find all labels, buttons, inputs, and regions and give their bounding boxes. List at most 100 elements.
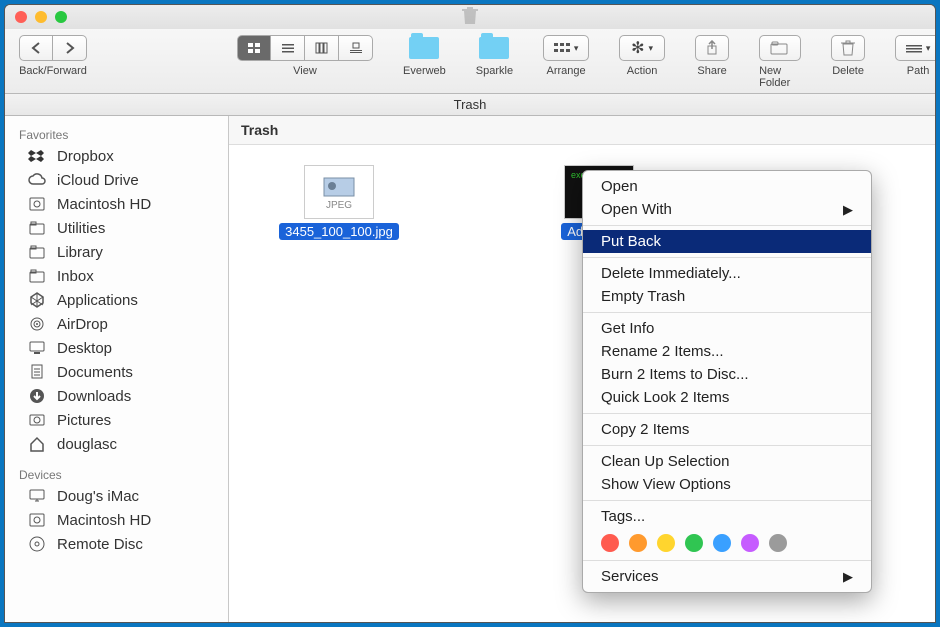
- menu-separator: [583, 312, 871, 313]
- delete-group: Delete: [831, 35, 865, 77]
- menu-item-open-with[interactable]: Open With▶: [583, 198, 871, 221]
- menu-item-put-back[interactable]: Put Back: [583, 230, 871, 253]
- arrange-button[interactable]: ▾: [543, 35, 589, 61]
- new-folder-button[interactable]: [759, 35, 801, 61]
- documents-icon: [27, 363, 47, 381]
- menu-item-label: Delete Immediately...: [601, 265, 741, 282]
- sparkle-group: Sparkle: [476, 35, 513, 77]
- sidebar-item-label: Remote Disc: [57, 536, 143, 553]
- sidebar-item-label: Macintosh HD: [57, 512, 151, 529]
- path-button[interactable]: ▾: [895, 35, 936, 61]
- submenu-arrow-icon: ▶: [843, 569, 853, 585]
- view-icon-button[interactable]: [237, 35, 271, 61]
- sidebar-item-label: Desktop: [57, 340, 112, 357]
- menu-item-empty-trash[interactable]: Empty Trash: [583, 285, 871, 308]
- menu-item-burn-2-items-to-disc[interactable]: Burn 2 Items to Disc...: [583, 363, 871, 386]
- arrange-label: Arrange: [547, 65, 586, 77]
- sidebar-device-macintosh-hd[interactable]: Macintosh HD: [5, 508, 228, 532]
- back-button[interactable]: [19, 35, 53, 61]
- menu-item-show-view-options[interactable]: Show View Options: [583, 473, 871, 496]
- sidebar-item-macintosh-hd[interactable]: Macintosh HD: [5, 192, 228, 216]
- menu-item-services[interactable]: Services ▶: [583, 565, 871, 588]
- sidebar-item-label: Utilities: [57, 220, 105, 237]
- minimize-window-button[interactable]: [35, 11, 47, 23]
- share-button[interactable]: [695, 35, 729, 61]
- tag-color-dot[interactable]: [769, 534, 787, 552]
- sparkle-button[interactable]: [477, 35, 511, 61]
- sidebar-item-downloads[interactable]: Downloads: [5, 384, 228, 408]
- delete-button[interactable]: [831, 35, 865, 61]
- tag-color-dot[interactable]: [741, 534, 759, 552]
- menu-item-delete-immediately[interactable]: Delete Immediately...: [583, 262, 871, 285]
- sidebar-item-documents[interactable]: Documents: [5, 360, 228, 384]
- zoom-window-button[interactable]: [55, 11, 67, 23]
- sidebar-item-douglasc[interactable]: douglasc: [5, 432, 228, 456]
- sidebar-favorites-header: Favorites: [5, 124, 228, 144]
- file-item[interactable]: JPEG 3455_100_100.jpg: [269, 165, 409, 240]
- sidebar-item-applications[interactable]: Applications: [5, 288, 228, 312]
- menu-item-open[interactable]: Open: [583, 175, 871, 198]
- file-name-label: 3455_100_100.jpg: [279, 223, 399, 240]
- sidebar: Favorites Dropbox iCloud Drive Macintosh H…: [5, 116, 229, 622]
- sidebar-item-label: Downloads: [57, 388, 131, 405]
- sidebar-item-label: Dropbox: [57, 148, 114, 165]
- menu-item-get-info[interactable]: Get Info: [583, 317, 871, 340]
- tag-color-dot[interactable]: [657, 534, 675, 552]
- tag-color-dot[interactable]: [629, 534, 647, 552]
- menu-separator: [583, 257, 871, 258]
- sidebar-device-doug-s-imac[interactable]: Doug's iMac: [5, 484, 228, 508]
- menu-item-label: Put Back: [601, 233, 661, 250]
- menu-separator: [583, 500, 871, 501]
- tag-color-dot[interactable]: [713, 534, 731, 552]
- sidebar-item-airdrop[interactable]: AirDrop: [5, 312, 228, 336]
- sidebar-item-dropbox[interactable]: Dropbox: [5, 144, 228, 168]
- menu-item-label: Tags...: [601, 508, 645, 525]
- sidebar-item-library[interactable]: Library: [5, 240, 228, 264]
- forward-button[interactable]: [53, 35, 87, 61]
- dropbox-icon: [27, 147, 47, 165]
- sidebar-item-label: Macintosh HD: [57, 196, 151, 213]
- back-forward-label: Back/Forward: [19, 65, 87, 77]
- sidebar-device-remote-disc[interactable]: Remote Disc: [5, 532, 228, 556]
- menu-item-label: Get Info: [601, 320, 654, 337]
- menu-item-label: Rename 2 Items...: [601, 343, 724, 360]
- everweb-group: Everweb: [403, 35, 446, 77]
- menu-item-tags[interactable]: Tags...: [583, 505, 871, 528]
- arrange-group: ▾ Arrange: [543, 35, 589, 77]
- view-list-button[interactable]: [271, 35, 305, 61]
- menu-item-quick-look-2-items[interactable]: Quick Look 2 Items: [583, 386, 871, 409]
- sidebar-item-utilities[interactable]: Utilities: [5, 216, 228, 240]
- action-button[interactable]: ✻▾: [619, 35, 665, 61]
- view-coverflow-button[interactable]: [339, 35, 373, 61]
- folder-icon: [27, 243, 47, 261]
- menu-separator: [583, 445, 871, 446]
- tag-color-dot[interactable]: [685, 534, 703, 552]
- close-window-button[interactable]: [15, 11, 27, 23]
- apps-icon: [27, 291, 47, 309]
- sidebar-item-desktop[interactable]: Desktop: [5, 336, 228, 360]
- menu-separator: [583, 560, 871, 561]
- sidebar-item-label: douglasc: [57, 436, 117, 453]
- everweb-button[interactable]: [407, 35, 441, 61]
- desktop-icon: [27, 339, 47, 357]
- sidebar-item-icloud-drive[interactable]: iCloud Drive: [5, 168, 228, 192]
- sidebar-item-label: Pictures: [57, 412, 111, 429]
- sidebar-item-pictures[interactable]: Pictures: [5, 408, 228, 432]
- menu-item-rename-2-items[interactable]: Rename 2 Items...: [583, 340, 871, 363]
- pane-title: Trash: [229, 116, 935, 145]
- menu-item-label: Services: [601, 568, 659, 585]
- sidebar-item-inbox[interactable]: Inbox: [5, 264, 228, 288]
- action-label: Action: [627, 65, 658, 77]
- menu-item-label: Quick Look 2 Items: [601, 389, 729, 406]
- menu-separator: [583, 413, 871, 414]
- menu-item-clean-up-selection[interactable]: Clean Up Selection: [583, 450, 871, 473]
- tag-color-dot[interactable]: [601, 534, 619, 552]
- menu-item-copy-2-items[interactable]: Copy 2 Items: [583, 418, 871, 441]
- share-group: Share: [695, 35, 729, 77]
- menu-item-label: Clean Up Selection: [601, 453, 729, 470]
- pictures-icon: [27, 411, 47, 429]
- jpeg-file-icon: JPEG: [304, 165, 374, 219]
- menu-item-label: Burn 2 Items to Disc...: [601, 366, 749, 383]
- menu-item-label: Copy 2 Items: [601, 421, 689, 438]
- view-column-button[interactable]: [305, 35, 339, 61]
